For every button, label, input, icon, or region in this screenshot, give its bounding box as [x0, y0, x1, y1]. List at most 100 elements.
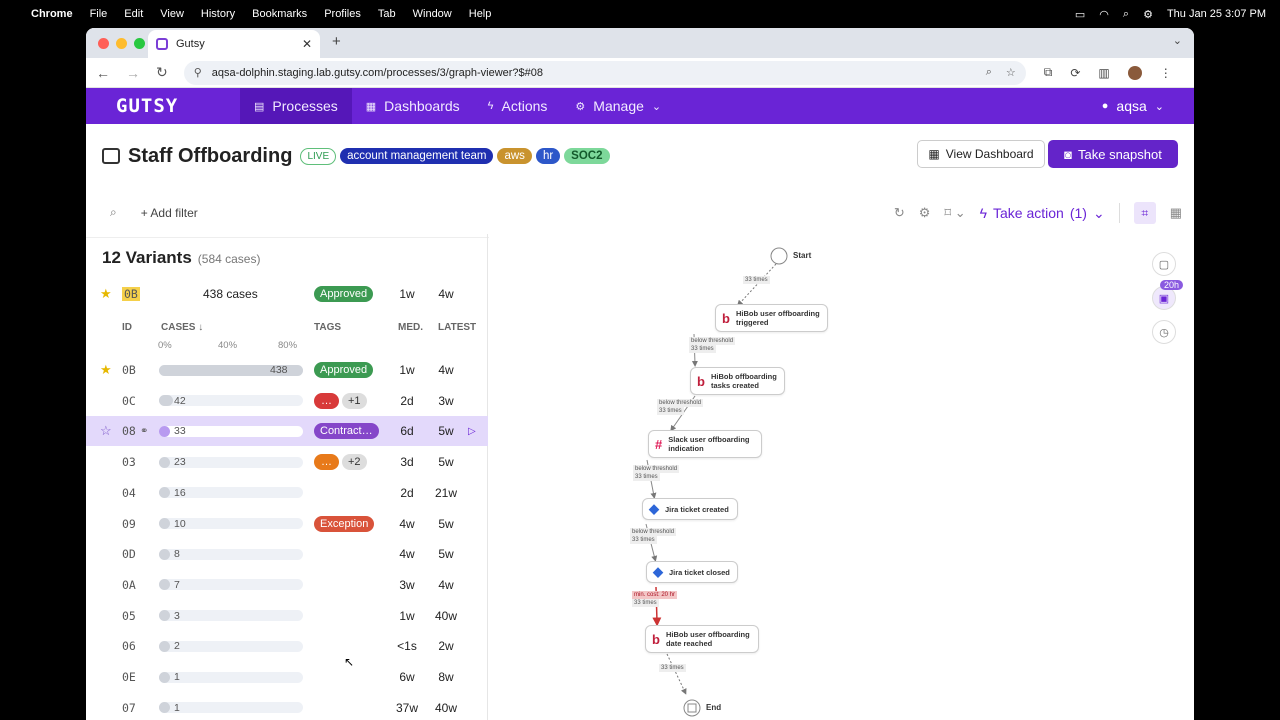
graph-node[interactable]: # Slack user offboarding indication: [648, 430, 762, 458]
variant-row[interactable]: 09 10 Exception 4w 5w: [86, 509, 488, 539]
app-menu[interactable]: Chrome: [31, 8, 73, 20]
back-icon[interactable]: ←: [96, 65, 110, 81]
graph-node[interactable]: b HiBob user offboarding triggered: [715, 304, 828, 332]
user-menu[interactable]: ● aqsa ⌄: [1102, 98, 1164, 114]
refresh-icon[interactable]: ↻: [894, 205, 905, 221]
minimize-window-button[interactable]: [116, 37, 127, 49]
clock[interactable]: Thu Jan 25 3:07 PM: [1167, 8, 1266, 20]
zoom-window-button[interactable]: [134, 37, 145, 49]
take-snapshot-button[interactable]: ◙ Take snapshot: [1048, 140, 1178, 168]
graph-view-icon[interactable]: ⌗: [1133, 202, 1156, 224]
star-icon[interactable]: ★: [100, 362, 112, 378]
nav-actions[interactable]: ϟ Actions: [474, 88, 562, 124]
edge-end: [666, 653, 687, 695]
variant-row[interactable]: 0A 7 3w 4w: [86, 570, 488, 600]
tag-account-management[interactable]: account management team: [340, 148, 494, 164]
menu-help[interactable]: Help: [469, 8, 492, 20]
graph-node[interactable]: ◆ Jira ticket created: [642, 498, 738, 520]
graph-node[interactable]: b HiBob offboarding tasks created: [690, 367, 785, 395]
browser-tab[interactable]: Gutsy ✕: [148, 30, 320, 58]
extensions-icon[interactable]: ⧉: [1044, 65, 1053, 80]
wifi-icon[interactable]: ◠: [1099, 8, 1109, 21]
chrome-menu-icon[interactable]: ⋮: [1160, 66, 1172, 80]
menu-bookmarks[interactable]: Bookmarks: [252, 8, 307, 20]
link-icon[interactable]: ⚭: [140, 426, 148, 437]
menu-file[interactable]: File: [90, 8, 108, 20]
variant-row[interactable]: 0D 8 4w 5w: [86, 539, 488, 569]
play-icon[interactable]: ▷: [468, 426, 476, 437]
menu-profiles[interactable]: Profiles: [324, 8, 361, 20]
star-icon[interactable]: ★: [100, 286, 112, 302]
site-info-icon[interactable]: ⚲: [194, 66, 202, 79]
tab-search-icon[interactable]: ⌄: [1173, 34, 1182, 47]
tag-soc2[interactable]: SOC2: [564, 148, 610, 164]
col-tags[interactable]: TAGS: [314, 322, 341, 333]
variant-row[interactable]: 04 16 2d 21w: [86, 478, 488, 508]
col-cases[interactable]: CASES ↓: [161, 322, 203, 333]
forward-icon[interactable]: →: [126, 65, 140, 81]
bookmark-icon[interactable]: ⌑ ⌄: [944, 205, 965, 221]
nav-dashboards[interactable]: ▦ Dashboards: [352, 88, 474, 124]
search-icon[interactable]: ⌕: [110, 205, 117, 220]
control-center-icon[interactable]: ⚙: [1143, 8, 1153, 21]
side-panel-icon[interactable]: ▥: [1098, 66, 1109, 80]
median-duration: 6d: [400, 424, 414, 439]
gutsy-logo[interactable]: GUTSY: [86, 95, 240, 117]
url-field[interactable]: ⚲ aqsa-dolphin.staging.lab.gutsy.com/pro…: [183, 60, 1026, 85]
nav-manage[interactable]: ⚙ Manage ⌄: [561, 88, 675, 124]
close-tab-icon[interactable]: ✕: [302, 37, 312, 51]
graph-node[interactable]: b HiBob user offboarding date reached: [645, 625, 759, 653]
variant-tags: Contract…: [314, 423, 379, 440]
history-icon[interactable]: ◷: [1152, 320, 1176, 344]
zoom-icon[interactable]: ⌕: [986, 66, 992, 79]
profile-avatar[interactable]: [1127, 65, 1142, 80]
comment-icon[interactable]: ▢: [1152, 252, 1176, 276]
more-tags-badge[interactable]: +1: [342, 392, 367, 409]
view-dashboard-button[interactable]: ▦ View Dashboard: [917, 140, 1045, 168]
variant-row[interactable]: 06 2 <1s 2w: [86, 631, 488, 661]
menu-view[interactable]: View: [160, 8, 184, 20]
spotlight-icon[interactable]: ⌕: [1123, 8, 1129, 21]
take-action-button[interactable]: ϟ Take action (1) ⌄: [980, 205, 1105, 222]
variant-row[interactable]: 0E 1 6w 8w: [86, 662, 488, 692]
table-view-icon[interactable]: ▦: [1170, 205, 1182, 221]
add-filter-button[interactable]: + Add filter: [141, 206, 198, 220]
cases-bar: [159, 671, 303, 683]
menu-tab[interactable]: Tab: [378, 8, 396, 20]
variant-tag[interactable]: …: [314, 454, 339, 471]
new-tab-icon[interactable]: +: [332, 33, 341, 50]
menu-history[interactable]: History: [201, 8, 235, 20]
variant-row[interactable]: ★ 0B 438 Approved 1w 4w: [86, 355, 488, 385]
camera-icon: ◙: [1064, 146, 1072, 162]
variant-tag[interactable]: Approved: [314, 362, 374, 378]
variant-tag[interactable]: Exception: [314, 515, 375, 532]
bookmark-star-icon[interactable]: ☆: [1006, 66, 1016, 79]
variant-row[interactable]: ☆ 08 ⚭ 33 Contract… 6d 5w ▷: [86, 416, 488, 447]
variant-tag[interactable]: Contract…: [314, 423, 379, 440]
variant-row[interactable]: 05 3 1w 40w: [86, 601, 488, 631]
pinned-variant-row[interactable]: ★ 0B 438 cases Approved 1w 4w: [86, 279, 488, 309]
col-latest[interactable]: LATEST: [438, 322, 476, 333]
tag-aws[interactable]: aws: [497, 148, 532, 164]
star-icon[interactable]: ☆: [100, 423, 112, 439]
chevron-down-icon: ⌄: [1154, 100, 1164, 113]
more-tags-badge[interactable]: +2: [342, 454, 367, 471]
variant-row[interactable]: 07 1 37w 40w: [86, 693, 488, 720]
battery-icon[interactable]: ▭: [1075, 8, 1085, 21]
variant-row[interactable]: 0C 42 … +1 2d 3w: [86, 386, 488, 416]
col-med[interactable]: MED.: [398, 322, 423, 333]
reload-icon[interactable]: ↻: [156, 64, 168, 81]
menu-edit[interactable]: Edit: [124, 8, 143, 20]
tag-hr[interactable]: hr: [535, 148, 561, 164]
variant-row[interactable]: 03 23 … +2 3d 5w: [86, 447, 488, 477]
menu-window[interactable]: Window: [413, 8, 452, 20]
graph-node[interactable]: ◆ Jira ticket closed: [646, 561, 738, 583]
nav-processes[interactable]: ▤ Processes: [240, 88, 352, 124]
variant-tag[interactable]: …: [314, 392, 339, 409]
process-graph[interactable]: Start End b HiBob user offboarding trigg…: [489, 234, 1194, 720]
performance-icon[interactable]: ⟳: [1070, 66, 1080, 80]
close-window-button[interactable]: [98, 37, 109, 49]
settings-icon[interactable]: ⚙: [919, 205, 931, 221]
col-id[interactable]: ID: [122, 322, 132, 333]
cases-count: 42: [174, 394, 186, 407]
